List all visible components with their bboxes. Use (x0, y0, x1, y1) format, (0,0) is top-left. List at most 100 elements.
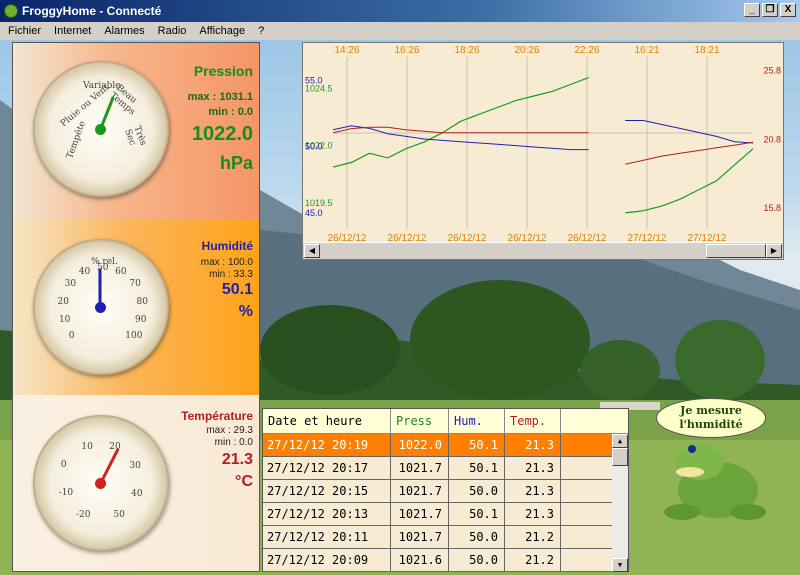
humidity-tick-label: 60 (115, 267, 127, 278)
top-time-label: 20:26 (514, 45, 539, 56)
cell-hum: 50.0 (449, 480, 505, 502)
menu-fichier[interactable]: Fichier (0, 22, 46, 40)
col-press[interactable]: Press (391, 409, 449, 433)
menu-help[interactable]: ? (250, 22, 269, 40)
table-row[interactable]: 27/12/12 20:15 1021.7 50.0 21.3 (263, 480, 628, 503)
dial-word-tres-sec: Très Sec (122, 124, 148, 147)
minimize-button[interactable]: _ (744, 3, 760, 17)
pressure-axis-label: 1019.5 (305, 198, 333, 208)
pressure-title: Pression (193, 63, 253, 79)
top-time-label: 14:26 (334, 45, 359, 56)
table-row[interactable]: 27/12/12 20:13 1021.7 50.1 21.3 (263, 503, 628, 526)
menu-bar: Fichier Internet Alarmes Radio Affichage… (0, 22, 800, 40)
humidity-title: Humidité (201, 239, 253, 253)
cell-temp: 21.3 (505, 503, 561, 525)
temperature-min: min : 0.0 (214, 437, 253, 448)
history-chart-svg: 14:26 16:26 18:26 20:26 22:26 16:21 18:2126/12… (305, 45, 781, 244)
humidity-tick-label: 30 (64, 279, 77, 290)
temperature-max: max : 29.3 (206, 425, 253, 436)
humidity-max: max : 100.0 (200, 257, 253, 268)
cell-date: 27/12/12 20:17 (263, 457, 391, 479)
cell-press: 1021.6 (391, 549, 449, 571)
cell-temp: 21.3 (505, 480, 561, 502)
pressure-series-line (332, 77, 754, 214)
chart-scroll-thumb[interactable] (706, 244, 766, 258)
cell-date: 27/12/12 20:11 (263, 526, 391, 548)
history-chart: 14:26 16:26 18:26 20:26 22:26 16:21 18:21 26/12… (302, 42, 784, 260)
temperature-value: 21.3 (221, 451, 253, 468)
bubble-line1: Je mesure (680, 404, 742, 417)
barometer-gauge: Tempête Pluie ou Vent Variable Beau Temp… (33, 61, 169, 197)
thermometer-gauge: -20 -10 0 10 20 30 40 50 (33, 415, 169, 551)
frog-mascot-icon (664, 442, 766, 520)
humidity-axis-label: 45.0 (305, 208, 323, 218)
humidity-tick-label: 90 (135, 315, 147, 326)
temperature-section: -20 -10 0 10 20 30 40 50 Température max : 29.3… (13, 395, 259, 571)
temperature-tick-label: 30 (129, 460, 141, 471)
col-hum[interactable]: Hum. (449, 409, 505, 433)
cell-hum: 50.1 (449, 503, 505, 525)
table-vertical-scrollbar[interactable]: ▲ ▼ (612, 434, 628, 572)
table-scroll-thumb[interactable] (612, 448, 628, 466)
chart-horizontal-scrollbar[interactable]: ◀ ▶ (303, 242, 783, 259)
scroll-left-arrow-icon[interactable]: ◀ (304, 244, 320, 258)
humidity-hub (95, 302, 106, 313)
cell-press: 1021.7 (391, 503, 449, 525)
menu-internet[interactable]: Internet (46, 22, 96, 40)
scroll-right-arrow-icon[interactable]: ▶ (766, 244, 782, 258)
menu-radio[interactable]: Radio (150, 22, 192, 40)
col-date[interactable]: Date et heure (263, 409, 391, 433)
humidity-tick-label: 20 (57, 296, 69, 307)
humidity-tick-label: 80 (136, 296, 148, 307)
temperature-tick-label: -10 (58, 488, 74, 499)
temperature-unit: °C (235, 473, 253, 490)
pressure-value: 1022.0 (191, 123, 253, 145)
humidity-unit: % (238, 303, 253, 320)
humidity-tick-label: 70 (129, 279, 141, 290)
top-time-label: 22:26 (574, 45, 599, 56)
cell-temp: 21.2 (505, 526, 561, 548)
humidity-axis-label: 55.0 (305, 75, 323, 85)
cell-temp: 21.3 (505, 434, 561, 456)
cell-date: 27/12/12 20:13 (263, 503, 391, 525)
table-row[interactable]: 27/12/12 20:11 1021.7 50.0 21.2 (263, 526, 628, 549)
col-temp[interactable]: Temp. (505, 409, 561, 433)
top-time-label: 16:21 (634, 45, 659, 56)
table-row[interactable]: 27/12/12 20:17 1021.7 50.1 21.3 (263, 457, 628, 480)
temperature-axis-label: 20.8 (763, 134, 781, 144)
temperature-tick-label: 40 (131, 488, 143, 499)
close-button[interactable]: X (780, 3, 796, 17)
humidity-series-line (332, 120, 754, 151)
humidity-axis-label: 50.0 (305, 142, 323, 152)
scroll-up-arrow-icon[interactable]: ▲ (612, 434, 628, 448)
temperature-title: Température (181, 409, 253, 423)
humidity-tick-label: 40 (78, 267, 91, 278)
humidity-tick-label: 50 (97, 263, 109, 273)
cell-hum: 50.1 (449, 434, 505, 456)
scroll-down-arrow-icon[interactable]: ▼ (612, 558, 628, 572)
cell-hum: 50.0 (449, 549, 505, 571)
app-window: FroggyHome - Connecté _ ❐ X Fichier Inte… (0, 0, 800, 575)
pressure-section: Tempête Pluie ou Vent Variable Beau Temp… (13, 43, 259, 219)
cell-press: 1021.7 (391, 526, 449, 548)
pressure-max: max : 1031.1 (187, 91, 253, 103)
temperature-tick-label: 50 (113, 510, 125, 521)
cell-hum: 50.1 (449, 457, 505, 479)
temperature-tick-label: 0 (60, 460, 67, 471)
table-row[interactable]: 27/12/12 20:09 1021.6 50.0 21.2 (263, 549, 628, 572)
temperature-tick-label: -20 (76, 509, 91, 520)
pressure-hub (95, 124, 106, 135)
maximize-button[interactable]: ❐ (762, 3, 778, 17)
temperature-hub (95, 478, 106, 489)
humidity-section: % rel. 0 10 20 30 40 50 60 70 80 90 100 Humidité m… (13, 219, 259, 395)
cell-press: 1022.0 (391, 434, 449, 456)
cell-press: 1021.7 (391, 480, 449, 502)
gauges-panel: Tempête Pluie ou Vent Variable Beau Temp… (12, 42, 260, 572)
title-bar: FroggyHome - Connecté _ ❐ X (0, 0, 800, 22)
table-row[interactable]: 27/12/12 20:19 1022.0 50.1 21.3 (263, 434, 628, 457)
top-time-label: 18:21 (694, 45, 719, 56)
readings-table: Date et heure Press Hum. Temp. 27/12/12 … (262, 408, 629, 572)
menu-affichage[interactable]: Affichage (191, 22, 250, 40)
dial-word-beau: Beau Temps (107, 83, 139, 118)
menu-alarmes[interactable]: Alarmes (96, 22, 149, 40)
